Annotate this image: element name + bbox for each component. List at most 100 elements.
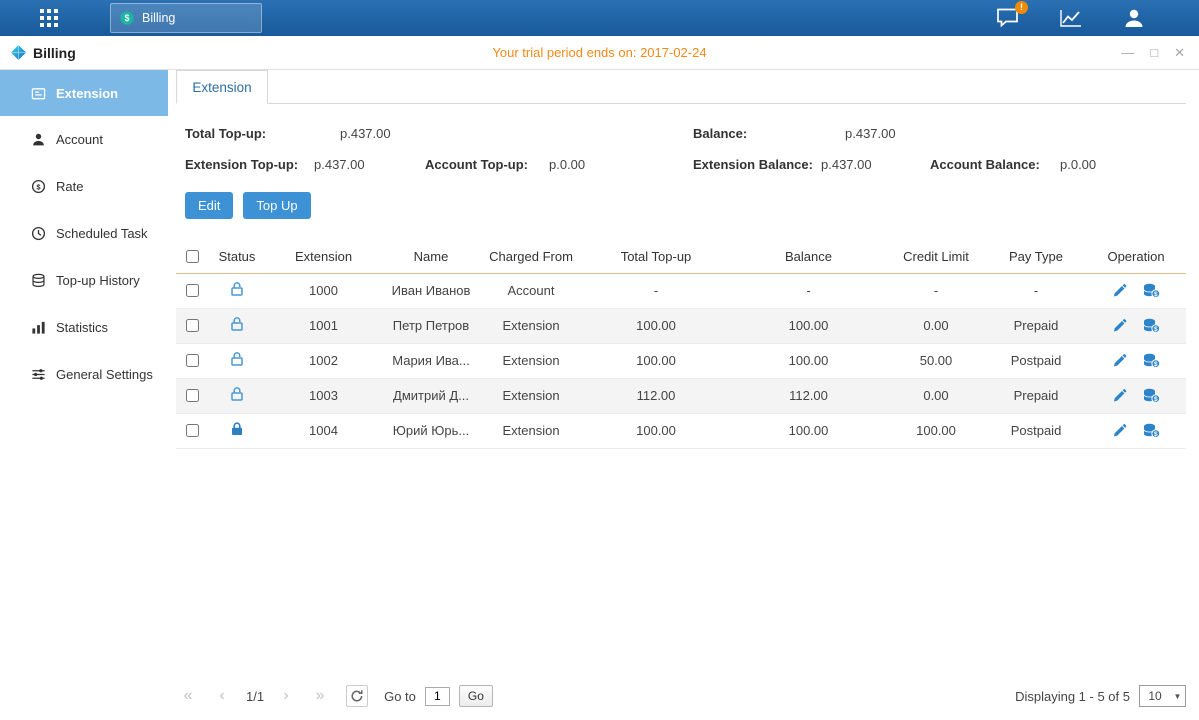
edit-icon[interactable]: [1112, 423, 1127, 438]
cell-charged-from: Account: [481, 273, 581, 308]
table-header-row: Status Extension Name Charged From Total…: [176, 240, 1186, 273]
sidebar-item-topup-history[interactable]: Top-up History: [0, 257, 168, 304]
cell-extension: 1003: [266, 378, 381, 413]
goto-label: Go to: [384, 689, 416, 704]
cell-credit-limit: 50.00: [886, 343, 986, 378]
cell-name: Юрий Юрь...: [381, 413, 481, 448]
topup-operation-icon[interactable]: [1143, 388, 1160, 403]
refresh-icon[interactable]: [346, 685, 368, 707]
minimize-icon[interactable]: —: [1121, 45, 1134, 61]
header-extension[interactable]: Extension: [266, 240, 381, 273]
unlock-icon[interactable]: [229, 351, 245, 367]
first-page-icon[interactable]: «: [176, 684, 200, 708]
edit-icon[interactable]: [1112, 318, 1127, 333]
close-icon[interactable]: ✕: [1174, 45, 1185, 61]
sidebar: Extension Account $ Rate Scheduled Task: [0, 70, 168, 720]
total-topup-value: р.437.00: [340, 126, 693, 141]
titlebar: Billing Your trial period ends on: 2017-…: [0, 36, 1199, 70]
header-status[interactable]: Status: [208, 240, 266, 273]
account-balance-label: Account Balance:: [930, 157, 1060, 172]
cell-total-topup: 100.00: [581, 413, 731, 448]
sidebar-item-extension[interactable]: Extension: [0, 70, 168, 116]
topbar-tab-label: Billing: [142, 11, 175, 25]
balance-summary: Total Top-up: р.437.00 Balance: р.437.00…: [185, 118, 1186, 180]
edit-icon[interactable]: [1112, 283, 1127, 298]
header-pay-type[interactable]: Pay Type: [986, 240, 1086, 273]
cell-credit-limit: 0.00: [886, 378, 986, 413]
cell-name: Петр Петров: [381, 308, 481, 343]
cell-pay-type: Prepaid: [986, 378, 1086, 413]
topup-operation-icon[interactable]: [1143, 423, 1160, 438]
svg-text:$: $: [36, 182, 41, 191]
cell-total-topup: -: [581, 273, 731, 308]
maximize-icon[interactable]: □: [1150, 45, 1158, 61]
select-all-checkbox[interactable]: [186, 250, 199, 263]
user-icon[interactable]: [1121, 7, 1147, 29]
prev-page-icon[interactable]: ‹: [210, 684, 234, 708]
billing-coin-icon: [119, 10, 135, 26]
chat-icon[interactable]: !: [995, 7, 1021, 29]
chevron-down-icon: ▼: [1170, 686, 1185, 706]
cell-charged-from: Extension: [481, 343, 581, 378]
header-operation[interactable]: Operation: [1086, 240, 1186, 273]
page-info: 1/1: [246, 689, 264, 704]
go-button[interactable]: Go: [459, 685, 493, 707]
cell-total-topup: 100.00: [581, 308, 731, 343]
sidebar-item-account[interactable]: Account: [0, 116, 168, 163]
header-name[interactable]: Name: [381, 240, 481, 273]
total-topup-label: Total Top-up:: [185, 126, 340, 141]
cell-name: Дмитрий Д...: [381, 378, 481, 413]
extension-balance-value: р.437.00: [821, 157, 930, 172]
header-credit-limit[interactable]: Credit Limit: [886, 240, 986, 273]
sidebar-item-general-settings[interactable]: General Settings: [0, 351, 168, 398]
goto-page-input[interactable]: [425, 687, 450, 706]
edit-button[interactable]: Edit: [185, 192, 233, 219]
statistics-icon: [31, 320, 46, 335]
extension-balance-label: Extension Balance:: [693, 157, 821, 172]
next-page-icon[interactable]: ›: [274, 684, 298, 708]
lock-icon[interactable]: [229, 421, 245, 437]
page-size-select[interactable]: 10 ▼: [1139, 685, 1186, 707]
header-charged-from[interactable]: Charged From: [481, 240, 581, 273]
cell-balance: 100.00: [731, 413, 886, 448]
unlock-icon[interactable]: [229, 316, 245, 332]
edit-icon[interactable]: [1112, 353, 1127, 368]
rate-icon: $: [31, 179, 46, 194]
header-total-topup[interactable]: Total Top-up: [581, 240, 731, 273]
extension-topup-label: Extension Top-up:: [185, 157, 314, 172]
topup-operation-icon[interactable]: [1143, 353, 1160, 368]
window-title: Billing: [33, 45, 76, 61]
app-grid-icon[interactable]: [40, 9, 58, 27]
row-checkbox[interactable]: [186, 389, 199, 402]
chart-icon[interactable]: [1058, 7, 1084, 29]
sidebar-item-label: Top-up History: [56, 273, 140, 288]
topup-operation-icon[interactable]: [1143, 318, 1160, 333]
sidebar-item-label: General Settings: [56, 367, 153, 382]
topup-operation-icon[interactable]: [1143, 283, 1160, 298]
cell-balance: 100.00: [731, 343, 886, 378]
cell-pay-type: Prepaid: [986, 308, 1086, 343]
edit-icon[interactable]: [1112, 388, 1127, 403]
balance-label: Balance:: [693, 126, 845, 141]
cell-charged-from: Extension: [481, 413, 581, 448]
cell-extension: 1002: [266, 343, 381, 378]
header-balance[interactable]: Balance: [731, 240, 886, 273]
sidebar-item-rate[interactable]: $ Rate: [0, 163, 168, 210]
row-checkbox[interactable]: [186, 319, 199, 332]
unlock-icon[interactable]: [229, 386, 245, 402]
unlock-icon[interactable]: [229, 281, 245, 297]
extension-topup-value: р.437.00: [314, 157, 425, 172]
sidebar-item-scheduled-task[interactable]: Scheduled Task: [0, 210, 168, 257]
cell-credit-limit: 100.00: [886, 413, 986, 448]
row-checkbox[interactable]: [186, 424, 199, 437]
topbar-tab-billing[interactable]: Billing: [110, 3, 262, 33]
extension-icon: [31, 86, 46, 101]
topbar: Billing !: [0, 0, 1199, 36]
account-topup-label: Account Top-up:: [425, 157, 549, 172]
row-checkbox[interactable]: [186, 354, 199, 367]
row-checkbox[interactable]: [186, 284, 199, 297]
last-page-icon[interactable]: »: [308, 684, 332, 708]
sidebar-item-statistics[interactable]: Statistics: [0, 304, 168, 351]
tab-extension[interactable]: Extension: [176, 70, 268, 104]
top-up-button[interactable]: Top Up: [243, 192, 310, 219]
